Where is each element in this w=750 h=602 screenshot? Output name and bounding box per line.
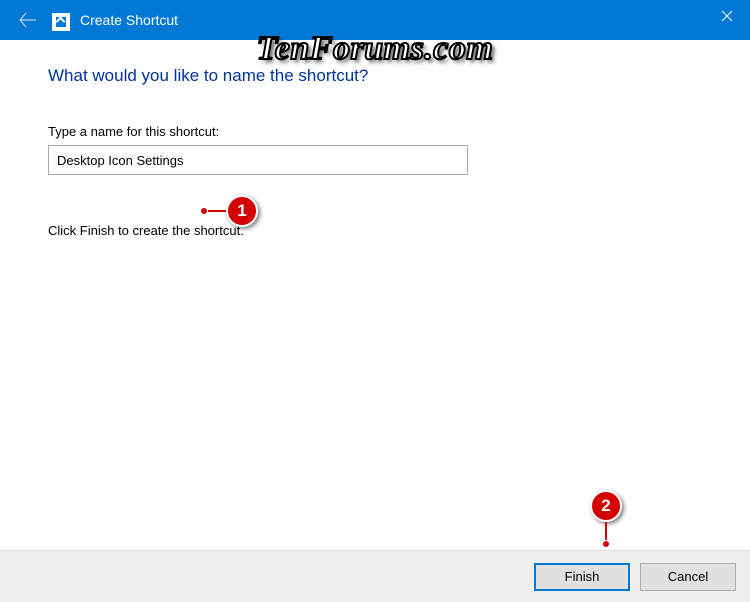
wizard-heading: What would you like to name the shortcut… [48,66,702,86]
shortcut-name-label: Type a name for this shortcut: [48,124,702,139]
shortcut-name-input[interactable] [48,145,468,175]
finish-button[interactable]: Finish [534,563,630,591]
shortcut-wizard-icon [52,13,70,31]
back-arrow-button[interactable] [14,6,42,34]
close-button[interactable] [704,0,750,32]
close-icon [721,10,733,22]
wizard-footer: Finish Cancel [0,550,750,602]
cancel-button[interactable]: Cancel [640,563,736,591]
back-arrow-icon [19,11,37,29]
window-title: Create Shortcut [80,12,178,28]
wizard-content: What would you like to name the shortcut… [0,40,750,550]
finish-instruction: Click Finish to create the shortcut. [48,223,702,238]
titlebar: Create Shortcut [0,0,750,40]
